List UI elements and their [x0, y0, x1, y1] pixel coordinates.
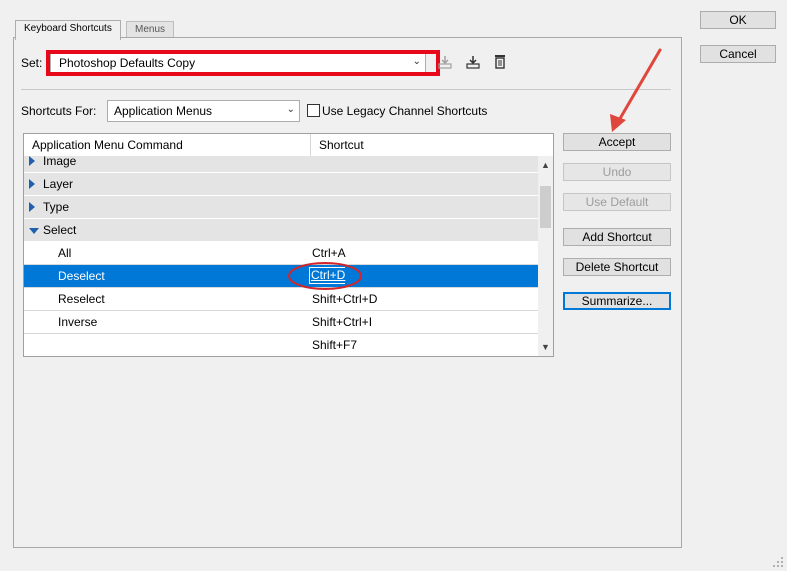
table-row[interactable]: All Ctrl+A — [24, 242, 538, 265]
shortcuts-for-dropdown[interactable]: Application Menus ⌄ — [107, 100, 300, 122]
shortcuts-for-label: Shortcuts For: — [21, 104, 97, 118]
scrollbar-thumb[interactable] — [540, 186, 551, 228]
annotation-arrow — [610, 48, 662, 132]
legacy-channel-label: Use Legacy Channel Shortcuts — [322, 104, 488, 118]
column-separator — [310, 134, 311, 156]
resize-grip-icon[interactable] — [772, 556, 784, 568]
row-command: Image — [43, 156, 77, 168]
set-dropdown[interactable]: Photoshop Defaults Copy ⌄ — [50, 53, 426, 73]
save-set-icon[interactable] — [435, 52, 455, 72]
vertical-scrollbar[interactable]: ▲ ▼ — [538, 156, 553, 356]
chevron-down-icon: ⌄ — [412, 56, 421, 67]
row-command: Select — [43, 223, 77, 237]
set-label: Set: — [21, 56, 43, 70]
tab-keyboard-shortcuts[interactable]: Keyboard Shortcuts — [15, 20, 121, 40]
row-command: Inverse — [58, 315, 98, 329]
ok-button[interactable]: OK — [700, 11, 776, 29]
shortcut-highlight-ellipse — [288, 262, 362, 290]
column-header-command[interactable]: Application Menu Command — [32, 138, 183, 152]
table-header: Application Menu Command Shortcut — [24, 134, 553, 157]
expand-triangle-icon[interactable] — [29, 156, 35, 166]
expand-triangle-icon[interactable] — [29, 179, 35, 189]
table-row[interactable]: Image — [24, 156, 538, 173]
column-header-shortcut[interactable]: Shortcut — [319, 138, 364, 152]
shortcuts-table: Application Menu Command Shortcut Image … — [23, 133, 554, 357]
row-command: Deselect — [58, 269, 105, 283]
cancel-button[interactable]: Cancel — [700, 45, 776, 63]
row-shortcut[interactable]: Shift+Ctrl+I — [312, 315, 372, 329]
table-row[interactable]: Select — [24, 219, 538, 242]
table-row[interactable]: Reselect Shift+Ctrl+D — [24, 288, 538, 311]
row-shortcut[interactable]: Shift+F7 — [312, 338, 357, 352]
row-command: All — [58, 246, 72, 260]
set-dropdown-value: Photoshop Defaults Copy — [59, 56, 196, 70]
shortcuts-for-value: Application Menus — [114, 104, 213, 118]
trash-icon[interactable] — [490, 52, 510, 72]
summarize-button[interactable]: Summarize... — [563, 292, 671, 310]
use-default-button[interactable]: Use Default — [563, 193, 671, 211]
delete-shortcut-button[interactable]: Delete Shortcut — [563, 258, 671, 276]
undo-button[interactable]: Undo — [563, 163, 671, 181]
table-row[interactable]: Shift+F7 — [24, 334, 538, 356]
expand-triangle-icon[interactable] — [29, 202, 35, 212]
table-row-selected[interactable]: Deselect Ctrl+D — [24, 265, 538, 288]
add-shortcut-button[interactable]: Add Shortcut — [563, 228, 671, 246]
scroll-up-icon[interactable]: ▲ — [540, 160, 551, 170]
download-set-icon[interactable] — [463, 52, 483, 72]
collapse-triangle-icon[interactable] — [29, 228, 39, 234]
table-row[interactable]: Layer — [24, 173, 538, 196]
row-command: Reselect — [58, 292, 105, 306]
chevron-down-icon: ⌄ — [286, 104, 295, 115]
row-command: Layer — [43, 177, 74, 191]
table-row[interactable]: Inverse Shift+Ctrl+I — [24, 311, 538, 334]
table-body: Image Layer Type Select All Ctrl+A Desel… — [24, 156, 538, 356]
scroll-down-icon[interactable]: ▼ — [540, 342, 551, 352]
row-shortcut[interactable]: Ctrl+A — [312, 246, 346, 260]
legacy-channel-checkbox[interactable] — [307, 104, 320, 117]
row-command: Type — [43, 200, 70, 214]
table-row[interactable]: Type — [24, 196, 538, 219]
divider — [21, 89, 671, 90]
